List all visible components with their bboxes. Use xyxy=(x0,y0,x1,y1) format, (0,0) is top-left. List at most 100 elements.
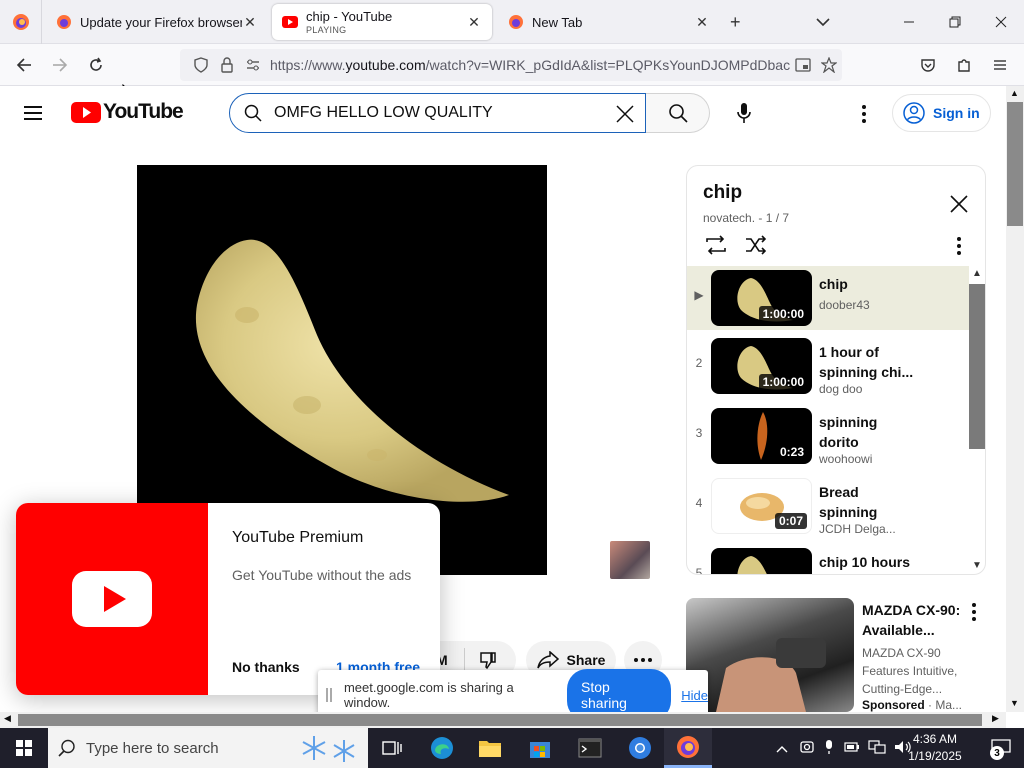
taskbar-terminal[interactable] xyxy=(566,728,614,768)
tab-youtube[interactable]: chip - YouTube PLAYING ✕ xyxy=(272,4,492,40)
taskbar-firefox[interactable] xyxy=(664,728,712,768)
close-tab-icon[interactable]: ✕ xyxy=(466,14,482,30)
youtube-logo[interactable]: YouTube xyxy=(71,100,184,124)
scroll-right-icon[interactable]: ▶ xyxy=(992,713,999,724)
url-text[interactable]: https://www.youtube.com/watch?v=WIRK_pGd… xyxy=(266,57,790,73)
vertical-scrollbar-thumb[interactable] xyxy=(1007,102,1023,226)
extensions-button[interactable] xyxy=(950,51,978,79)
loop-playlist-button[interactable] xyxy=(703,232,729,258)
camera-in-use-icon[interactable] xyxy=(800,740,814,757)
sign-in-button[interactable]: Sign in xyxy=(892,94,991,132)
taskbar-edge[interactable] xyxy=(418,728,466,768)
firefox-icon xyxy=(12,14,29,30)
bookmark-star-icon[interactable] xyxy=(816,57,842,73)
scroll-up-icon[interactable]: ▲ xyxy=(1010,88,1019,98)
tab-new-tab[interactable]: New Tab ✕ xyxy=(498,4,720,40)
settings-menu-button[interactable] xyxy=(852,100,876,128)
playlist-item-thumbnail[interactable]: 0:07 xyxy=(711,478,812,534)
taskbar-file-explorer[interactable] xyxy=(466,728,514,768)
playlist-item-channel: woohoowi xyxy=(819,452,873,466)
scroll-up-icon[interactable]: ▲ xyxy=(972,268,982,279)
search-button[interactable] xyxy=(646,93,710,133)
app-menu-button[interactable] xyxy=(986,51,1014,79)
voice-search-button[interactable] xyxy=(724,93,764,133)
ad-thumbnail[interactable] xyxy=(686,598,854,712)
pocket-button[interactable] xyxy=(914,51,942,79)
ad-title[interactable]: MAZDA CX-90: Available... xyxy=(862,600,970,640)
share-label: Share xyxy=(566,652,606,668)
playlist-scrollbar-thumb[interactable] xyxy=(969,284,985,449)
scroll-down-icon[interactable]: ▼ xyxy=(972,560,982,571)
back-button[interactable] xyxy=(10,51,38,79)
tab-title-block: chip - YouTube PLAYING xyxy=(306,9,466,35)
playlist-item-thumbnail[interactable]: 1:00:00 xyxy=(711,270,812,326)
ad-sponsored-line: Sponsored · Ma... xyxy=(862,698,962,712)
playlist-scrollbar[interactable]: ▲ ▼ xyxy=(969,266,985,574)
restore-icon xyxy=(949,16,961,28)
horizontal-scrollbar[interactable]: ◀ ▶ xyxy=(0,712,1006,728)
lock-icon[interactable] xyxy=(214,57,240,73)
network-icon[interactable] xyxy=(868,739,886,757)
battery-icon[interactable] xyxy=(844,741,860,756)
taskbar-search-box[interactable]: Type here to search xyxy=(48,728,368,768)
drag-handle-icon[interactable] xyxy=(326,688,332,702)
shuffle-playlist-button[interactable] xyxy=(743,232,769,258)
playlist-item[interactable]: 4 0:07 Bread spinning JCDH Delga... xyxy=(687,474,969,538)
taskbar-store[interactable] xyxy=(516,728,564,768)
plus-icon: + xyxy=(730,11,741,32)
minimize-button[interactable] xyxy=(886,0,932,44)
playlist-item[interactable]: ▶ 1:00:00 chip doober43 xyxy=(687,266,969,330)
close-tab-icon[interactable]: ✕ xyxy=(242,14,258,30)
no-thanks-button[interactable]: No thanks xyxy=(232,659,300,675)
folder-icon xyxy=(479,741,501,757)
microphone-in-use-icon[interactable] xyxy=(824,739,834,758)
picture-in-picture-icon[interactable] xyxy=(790,58,816,72)
guide-menu-button[interactable] xyxy=(22,102,50,126)
thumbs-down-icon[interactable] xyxy=(478,650,498,670)
ad-menu-button[interactable] xyxy=(966,600,982,624)
youtube-icon xyxy=(282,16,298,28)
duration-badge: 1:00:00 xyxy=(758,306,808,322)
scroll-down-icon[interactable]: ▼ xyxy=(1010,698,1019,708)
taskbar-chrome[interactable] xyxy=(616,728,664,768)
permissions-icon[interactable] xyxy=(240,57,266,73)
playlist-menu-button[interactable] xyxy=(949,234,969,258)
close-tab-icon[interactable]: ✕ xyxy=(694,14,710,30)
restore-button[interactable] xyxy=(932,0,978,44)
hide-sharing-bar-link[interactable]: Hide xyxy=(681,688,708,703)
tab-firefox-update[interactable]: Update your Firefox browser ✕ xyxy=(46,4,268,40)
start-button[interactable] xyxy=(0,728,48,768)
scroll-left-icon[interactable]: ◀ xyxy=(4,713,11,724)
windows-taskbar: Type here to search 4:36 AM 1/19/2025 xyxy=(0,728,1024,768)
list-tabs-button[interactable] xyxy=(816,0,836,44)
chrome-browser-icon xyxy=(629,737,651,759)
clear-search-button[interactable] xyxy=(611,100,639,128)
playlist-item-title: Bread spinning xyxy=(819,484,878,520)
search-input[interactable] xyxy=(274,104,604,122)
close-playlist-button[interactable] xyxy=(945,190,973,218)
playlist-item-title: 1 hour of spinning chi... xyxy=(819,344,914,380)
playlist-title[interactable]: chip xyxy=(703,182,742,204)
playlist-item[interactable]: 3 0:23 spinning dorito woohoowi xyxy=(687,404,969,468)
reload-button[interactable] xyxy=(82,51,110,79)
mini-thumbnail[interactable] xyxy=(610,541,650,579)
vertical-scrollbar[interactable]: ▲ ▼ xyxy=(1006,86,1024,712)
playlist-item-thumbnail[interactable] xyxy=(711,548,812,574)
url-bar[interactable]: https://www.youtube.com/watch?v=WIRK_pGd… xyxy=(180,49,842,81)
taskbar-clock[interactable]: 4:36 AM 1/19/2025 xyxy=(892,731,978,765)
playlist-item[interactable]: 2 1:00:00 1 hour of spinning chi... dog … xyxy=(687,334,969,398)
playlist-item-thumbnail[interactable]: 1:00:00 xyxy=(711,338,812,394)
duration-badge: 0:07 xyxy=(774,513,807,529)
new-tab-button[interactable]: + xyxy=(730,0,750,44)
show-hidden-icons-icon[interactable] xyxy=(776,741,788,756)
close-window-button[interactable] xyxy=(978,0,1024,44)
forward-button[interactable] xyxy=(46,51,74,79)
playlist-item[interactable]: 5 chip 10 hours xyxy=(687,544,969,574)
firefox-view-button[interactable] xyxy=(0,0,42,44)
tracking-protection-icon[interactable] xyxy=(188,57,214,73)
playlist-item-thumbnail[interactable]: 0:23 xyxy=(711,408,812,464)
search-box[interactable] xyxy=(229,93,646,133)
task-view-button[interactable] xyxy=(368,728,416,768)
playlist-item-channel: dog doo xyxy=(819,382,863,396)
horizontal-scrollbar-thumb[interactable] xyxy=(18,714,982,726)
